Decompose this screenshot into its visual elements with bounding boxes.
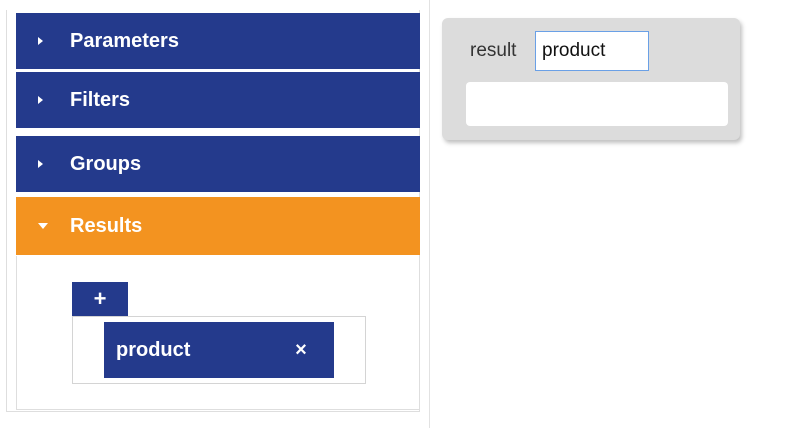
panel-divider — [429, 0, 430, 428]
add-result-button[interactable]: + — [72, 282, 128, 316]
accordion-label-filters: Filters — [70, 88, 131, 111]
accordion-header-parameters[interactable]: Parameters — [16, 13, 420, 69]
plus-icon: + — [93, 286, 107, 311]
accordion-label-groups: Groups — [70, 152, 142, 175]
caret-right-icon — [38, 37, 52, 45]
accordion-header-filters[interactable]: Filters — [16, 72, 420, 128]
caret-down-icon — [38, 223, 52, 229]
result-card-label: result — [470, 40, 517, 61]
accordion-label-parameters: Parameters — [70, 29, 179, 52]
caret-right-icon — [38, 96, 52, 104]
accordion-header-groups[interactable]: Groups — [16, 136, 420, 192]
close-icon[interactable]: × — [286, 339, 316, 362]
result-item-label: product — [116, 338, 191, 361]
accordion-header-results[interactable]: Results — [16, 197, 420, 255]
result-item-product[interactable]: product × — [104, 322, 334, 378]
result-name-input[interactable] — [535, 31, 649, 71]
caret-right-icon — [38, 160, 52, 168]
result-output-field — [466, 82, 728, 126]
accordion-label-results: Results — [70, 214, 143, 237]
